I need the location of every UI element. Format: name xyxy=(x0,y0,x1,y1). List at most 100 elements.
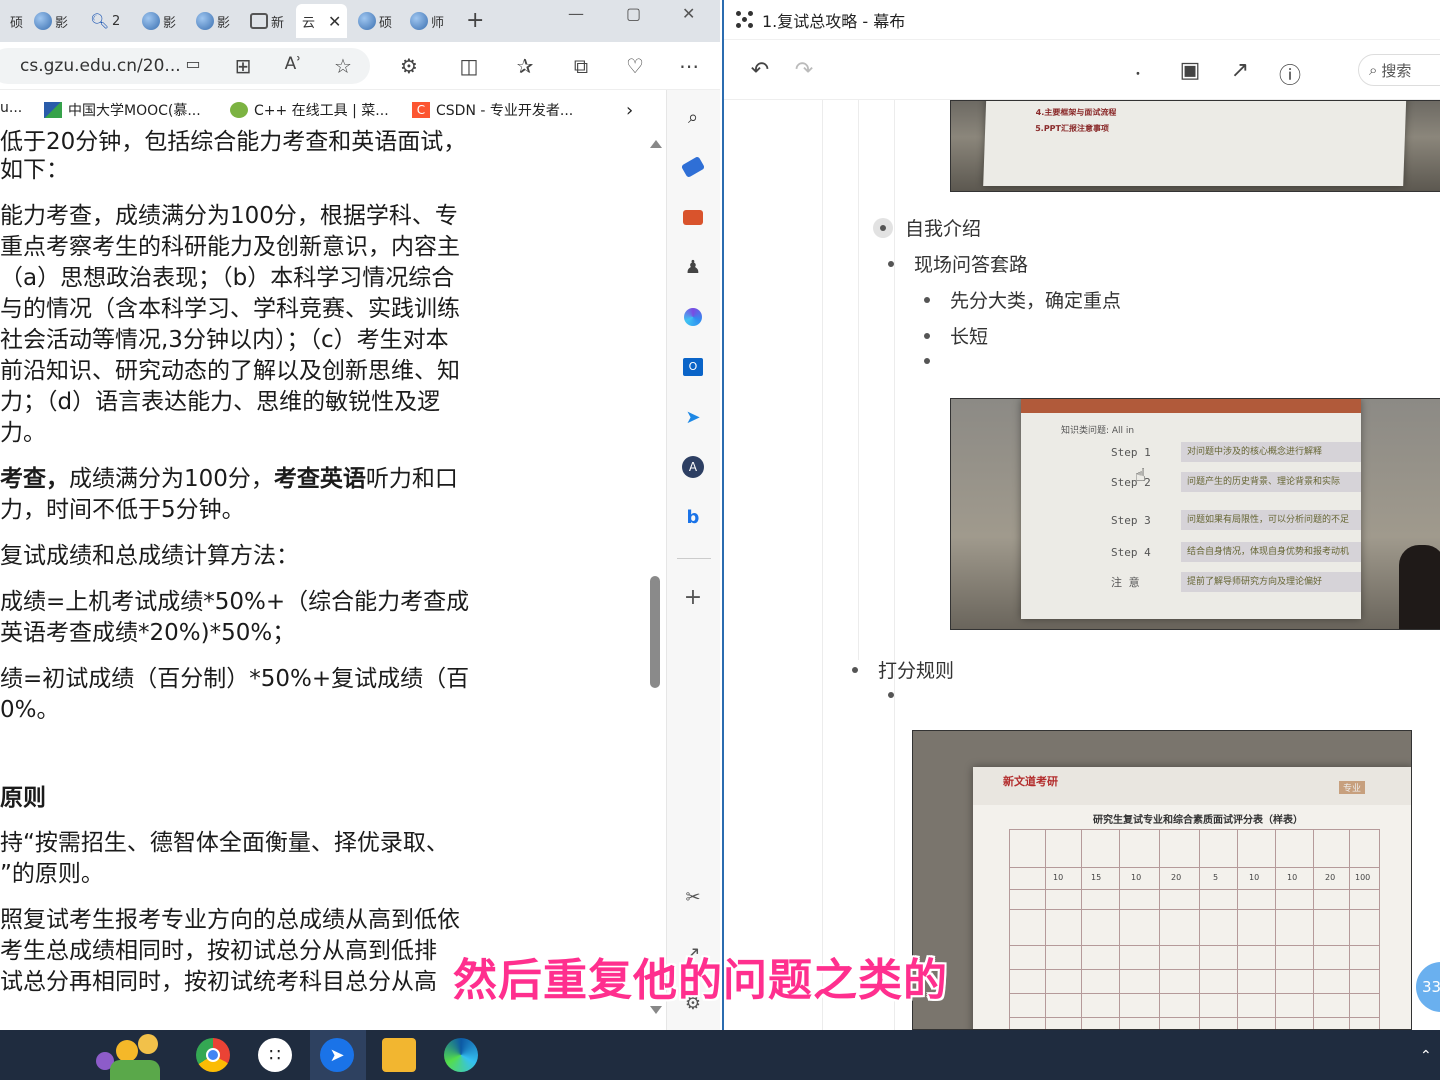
bullet-icon[interactable] xyxy=(852,666,858,673)
slide-image-2[interactable]: 知识类问题: All in Step 1 对问题中涉及的核心概念进行解释 Step… xyxy=(950,398,1440,630)
doc-line: 绩=初试成绩（百分制）*50%+复试成绩（百 xyxy=(0,666,470,692)
extensions-icon[interactable]: ⚙ xyxy=(396,54,422,78)
account-avatar-icon[interactable]: A xyxy=(680,454,706,480)
node-image-holder[interactable] xyxy=(924,358,950,364)
tab-8[interactable]: 硕 xyxy=(358,4,392,38)
mubu-app-icon[interactable]: ∷ xyxy=(258,1038,292,1072)
node-classify-first[interactable]: 先分大类，确定重点 xyxy=(924,286,1121,313)
window-title: 1.复试总攻略 - 幕布 xyxy=(762,11,906,31)
redo-icon[interactable]: ↷ xyxy=(790,58,818,83)
sidebar-search-icon[interactable]: ⌕ xyxy=(680,104,706,130)
slide-image-1[interactable]: 4.主要框架与面试流程 5.PPT汇报注意事项 xyxy=(950,100,1440,192)
bookmark-runoob[interactable]: C++ 在线工具 | 菜... xyxy=(230,100,389,120)
tab-2[interactable]: 影 xyxy=(34,4,68,38)
tab-active[interactable]: 云 ✕ xyxy=(296,4,348,38)
step-label: Step 2 xyxy=(1111,475,1151,489)
favorites-icon[interactable]: ✰ xyxy=(512,54,538,78)
feishu-icon[interactable]: ➤ xyxy=(320,1038,354,1072)
tab-3[interactable]: 🔍︎ 2 xyxy=(90,4,120,38)
indent-guide xyxy=(858,100,859,660)
minimize-button[interactable]: — xyxy=(568,4,584,23)
node-text[interactable]: 现场问答套路 xyxy=(914,250,1028,277)
node-text[interactable]: 先分大类，确定重点 xyxy=(950,286,1121,313)
step-row: Step 1 对问题中涉及的核心概念进行解释 xyxy=(1111,439,1361,465)
bullet-icon[interactable] xyxy=(924,296,930,303)
doc-line: 力，时间不低于5分钟。 xyxy=(0,497,245,523)
add-sidebar-app-icon[interactable]: + xyxy=(680,584,706,610)
flower-decoration-icon xyxy=(80,1030,180,1080)
shopping-tag-icon[interactable] xyxy=(680,154,706,180)
vertical-scrollbar[interactable] xyxy=(645,128,665,1028)
bullet-icon[interactable] xyxy=(924,358,930,364)
bookmark-csdn[interactable]: C CSDN - 专业开发者... xyxy=(412,100,573,120)
weight-cell: 5 xyxy=(1213,873,1219,882)
maximize-button[interactable]: ▢ xyxy=(626,4,641,23)
bullet-icon[interactable] xyxy=(888,692,894,698)
node-text[interactable]: 自我介绍 xyxy=(905,214,981,241)
doc-line: 低于20分钟，包括综合能力考查和英语面试， xyxy=(0,129,467,155)
slide-image-3[interactable]: 新文道考研 专业 研究生复试专业和综合素质面试评分表（样表） 10 15 10 … xyxy=(912,730,1412,1030)
close-tab-icon[interactable]: ✕ xyxy=(328,12,341,31)
scroll-up-arrow-icon[interactable] xyxy=(650,140,662,148)
tab-9[interactable]: 师 xyxy=(410,4,444,38)
favorite-star-icon[interactable]: ☆ xyxy=(330,54,356,78)
microsoft-365-icon[interactable] xyxy=(680,304,706,330)
node-self-intro[interactable]: 自我介绍 xyxy=(873,214,981,241)
search-box[interactable]: ⌕ 搜索 xyxy=(1358,54,1440,86)
collapsed-bullet-icon[interactable] xyxy=(873,217,893,238)
doc-line: 持“按需招生、德智体全面衡量、择优录取、 xyxy=(0,830,449,856)
scrollbar-thumb[interactable] xyxy=(650,576,660,688)
node-length[interactable]: 长短 xyxy=(924,322,988,349)
tab-5[interactable]: 影 xyxy=(196,4,230,38)
collections-icon[interactable]: ⧉ xyxy=(568,54,594,78)
node-image-holder-2[interactable] xyxy=(888,692,914,698)
tab-label: 硕 xyxy=(379,15,393,31)
outlook-icon[interactable]: O xyxy=(680,354,706,380)
doc-line: 与的情况（含本科学习、学科竞赛、实践训练 xyxy=(0,296,460,322)
weight-cell: 15 xyxy=(1091,873,1102,882)
file-explorer-icon[interactable] xyxy=(382,1038,416,1072)
send-icon[interactable]: ➤ xyxy=(680,404,706,430)
doc-line: ”的原则。 xyxy=(0,861,104,887)
weight-cell: 10 xyxy=(1287,873,1298,882)
bullet-icon[interactable] xyxy=(924,332,930,339)
apps-icon[interactable]: ⊞ xyxy=(230,54,256,78)
bookmark-mooc[interactable]: 中国大学MOOC(慕... xyxy=(44,100,201,120)
new-tab-button[interactable]: + xyxy=(466,8,484,33)
node-qa-routine[interactable]: 现场问答套路 xyxy=(888,250,1028,277)
device-icon[interactable]: ▭ xyxy=(180,54,206,73)
split-screen-icon[interactable]: ◫ xyxy=(456,54,482,78)
share-export-icon[interactable]: ↗ xyxy=(1226,58,1254,83)
chrome-icon[interactable] xyxy=(196,1038,230,1072)
globe-icon xyxy=(34,12,52,30)
presentation-icon[interactable]: ▣ xyxy=(1176,58,1204,83)
tab-4[interactable]: 影 xyxy=(142,4,176,38)
more-menu-icon[interactable]: ⋯ xyxy=(676,54,702,78)
mindmap-icon[interactable]: ⸱ xyxy=(1124,58,1152,88)
edge-sidebar: ⌕ ♟ O ➤ A b + ✂ ↗ ⚙ xyxy=(666,90,720,1030)
games-icon[interactable]: ♟ xyxy=(680,254,706,280)
bing-icon[interactable]: b xyxy=(680,504,706,530)
browser-essentials-icon[interactable]: ♡ xyxy=(622,54,648,78)
read-aloud-icon[interactable]: Aʾ xyxy=(280,54,306,74)
outline-editor: 4.主要框架与面试流程 5.PPT汇报注意事项 自我介绍 现场问答套路 先分大类… xyxy=(724,100,1440,1030)
undo-icon[interactable]: ↶ xyxy=(746,58,774,83)
edge-icon[interactable] xyxy=(444,1038,478,1072)
node-text[interactable]: 长短 xyxy=(950,322,988,349)
tray-chevron-up-icon[interactable]: ⌃ xyxy=(1420,1048,1432,1064)
help-icon[interactable]: ⓘ xyxy=(1276,58,1304,90)
tab-6[interactable]: 新 xyxy=(250,4,284,38)
runoob-icon xyxy=(230,102,248,118)
close-window-button[interactable]: ✕ xyxy=(682,4,695,23)
document-content: 低于20分钟，包括综合能力考查和英语面试， 如下： 能力考查，成绩满分为100分… xyxy=(0,128,645,1028)
bookmark-item[interactable]: u... xyxy=(0,100,22,116)
toolbox-icon[interactable] xyxy=(680,204,706,230)
node-scoring-rules[interactable]: 打分规则 xyxy=(852,656,954,683)
tab-1[interactable]: 硕 xyxy=(10,4,23,38)
bookmarks-overflow-chevron-icon[interactable]: › xyxy=(626,100,633,121)
node-text[interactable]: 打分规则 xyxy=(878,656,954,683)
doc-line: 力；（d）语言表达能力、思维的敏锐性及逻 xyxy=(0,389,441,415)
screenshot-icon[interactable]: ✂ xyxy=(680,884,706,910)
bullet-icon[interactable] xyxy=(888,260,894,267)
doc-line: 社会活动等情况,3分钟以内）；（c）考生对本 xyxy=(0,327,449,353)
